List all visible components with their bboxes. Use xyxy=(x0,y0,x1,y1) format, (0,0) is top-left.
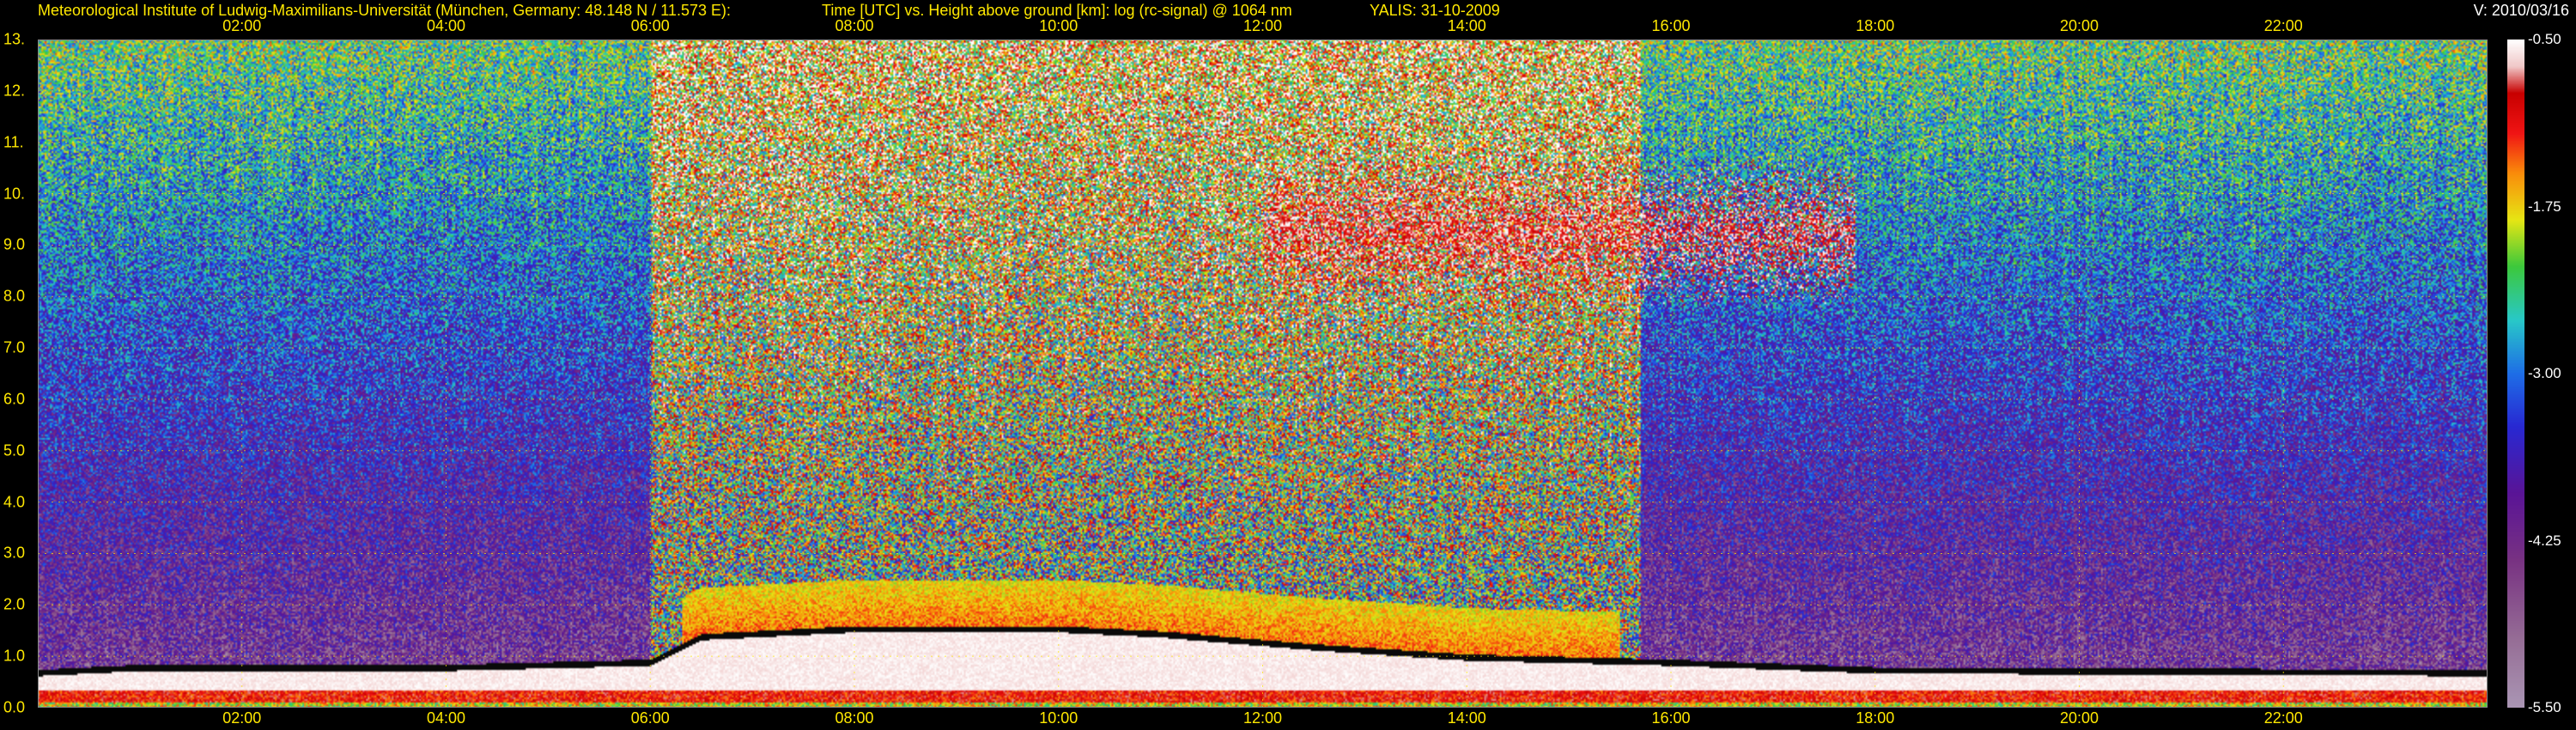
x-tick-label-top: 16:00 xyxy=(1651,17,1691,34)
x-tick-label-bottom: 22:00 xyxy=(2263,709,2303,727)
x-tick-label-top: 04:00 xyxy=(426,17,466,34)
x-tick-label-top: 22:00 xyxy=(2263,17,2303,34)
x-tick-label-top: 06:00 xyxy=(630,17,670,34)
y-tick-label: 3.0 xyxy=(3,544,26,562)
y-tick-label: 8.0 xyxy=(3,287,26,305)
plot-grid-overlay xyxy=(38,40,2488,708)
colorbar-tick-label: -4.25 xyxy=(2528,532,2561,549)
y-tick-label: 5.0 xyxy=(3,441,26,459)
institute-label: Meteorological Institute of Ludwig-Maxim… xyxy=(38,2,732,19)
x-tick-label-top: 08:00 xyxy=(835,17,874,34)
x-tick-label-top: 10:00 xyxy=(1039,17,1078,34)
colorbar-gradient xyxy=(2507,40,2524,708)
x-tick-label-bottom: 06:00 xyxy=(630,709,670,727)
plot-frame xyxy=(38,40,2488,708)
x-tick-label-bottom: 16:00 xyxy=(1651,709,1691,727)
x-tick-label-top: 20:00 xyxy=(2059,17,2099,34)
x-tick-label-top: 12:00 xyxy=(1242,17,1283,34)
x-tick-label-bottom: 08:00 xyxy=(835,709,874,727)
y-tick-label: 1.0 xyxy=(3,647,26,665)
x-tick-label-bottom: 20:00 xyxy=(2059,709,2099,727)
y-tick-label: 12. xyxy=(3,82,26,100)
x-tick-label-top: 18:00 xyxy=(1856,17,1895,34)
y-tick-label: 0.0 xyxy=(3,698,26,716)
x-tick-label-top: 02:00 xyxy=(222,17,262,34)
lidar-plot-area xyxy=(38,40,2488,708)
x-tick-label-bottom: 10:00 xyxy=(1039,709,1078,727)
y-tick-label: 11. xyxy=(3,133,24,151)
x-tick-label-bottom: 14:00 xyxy=(1447,709,1486,727)
x-tick-label-bottom: 04:00 xyxy=(426,709,466,727)
x-tick-label-top: 14:00 xyxy=(1447,17,1486,34)
y-tick-label: 2.0 xyxy=(3,595,26,613)
version-label: V: 2010/03/16 xyxy=(2473,2,2569,19)
x-tick-label-bottom: 12:00 xyxy=(1242,709,1283,727)
y-tick-label: 9.0 xyxy=(3,235,26,253)
y-tick-label: 13. xyxy=(3,30,26,48)
x-tick-label-bottom: 02:00 xyxy=(222,709,262,727)
colorbar-tick-label: -1.75 xyxy=(2528,198,2561,215)
y-tick-label: 4.0 xyxy=(3,493,26,511)
y-tick-label: 6.0 xyxy=(3,390,26,408)
colorbar-tick-label: -0.50 xyxy=(2528,31,2561,47)
colorbar xyxy=(2507,40,2524,708)
colorbar-tick-label: -5.50 xyxy=(2528,699,2561,715)
x-tick-label-bottom: 18:00 xyxy=(1856,709,1895,727)
colorbar-tick-label: -3.00 xyxy=(2528,365,2561,381)
y-tick-label: 7.0 xyxy=(3,338,26,356)
y-tick-label: 10. xyxy=(3,185,26,203)
